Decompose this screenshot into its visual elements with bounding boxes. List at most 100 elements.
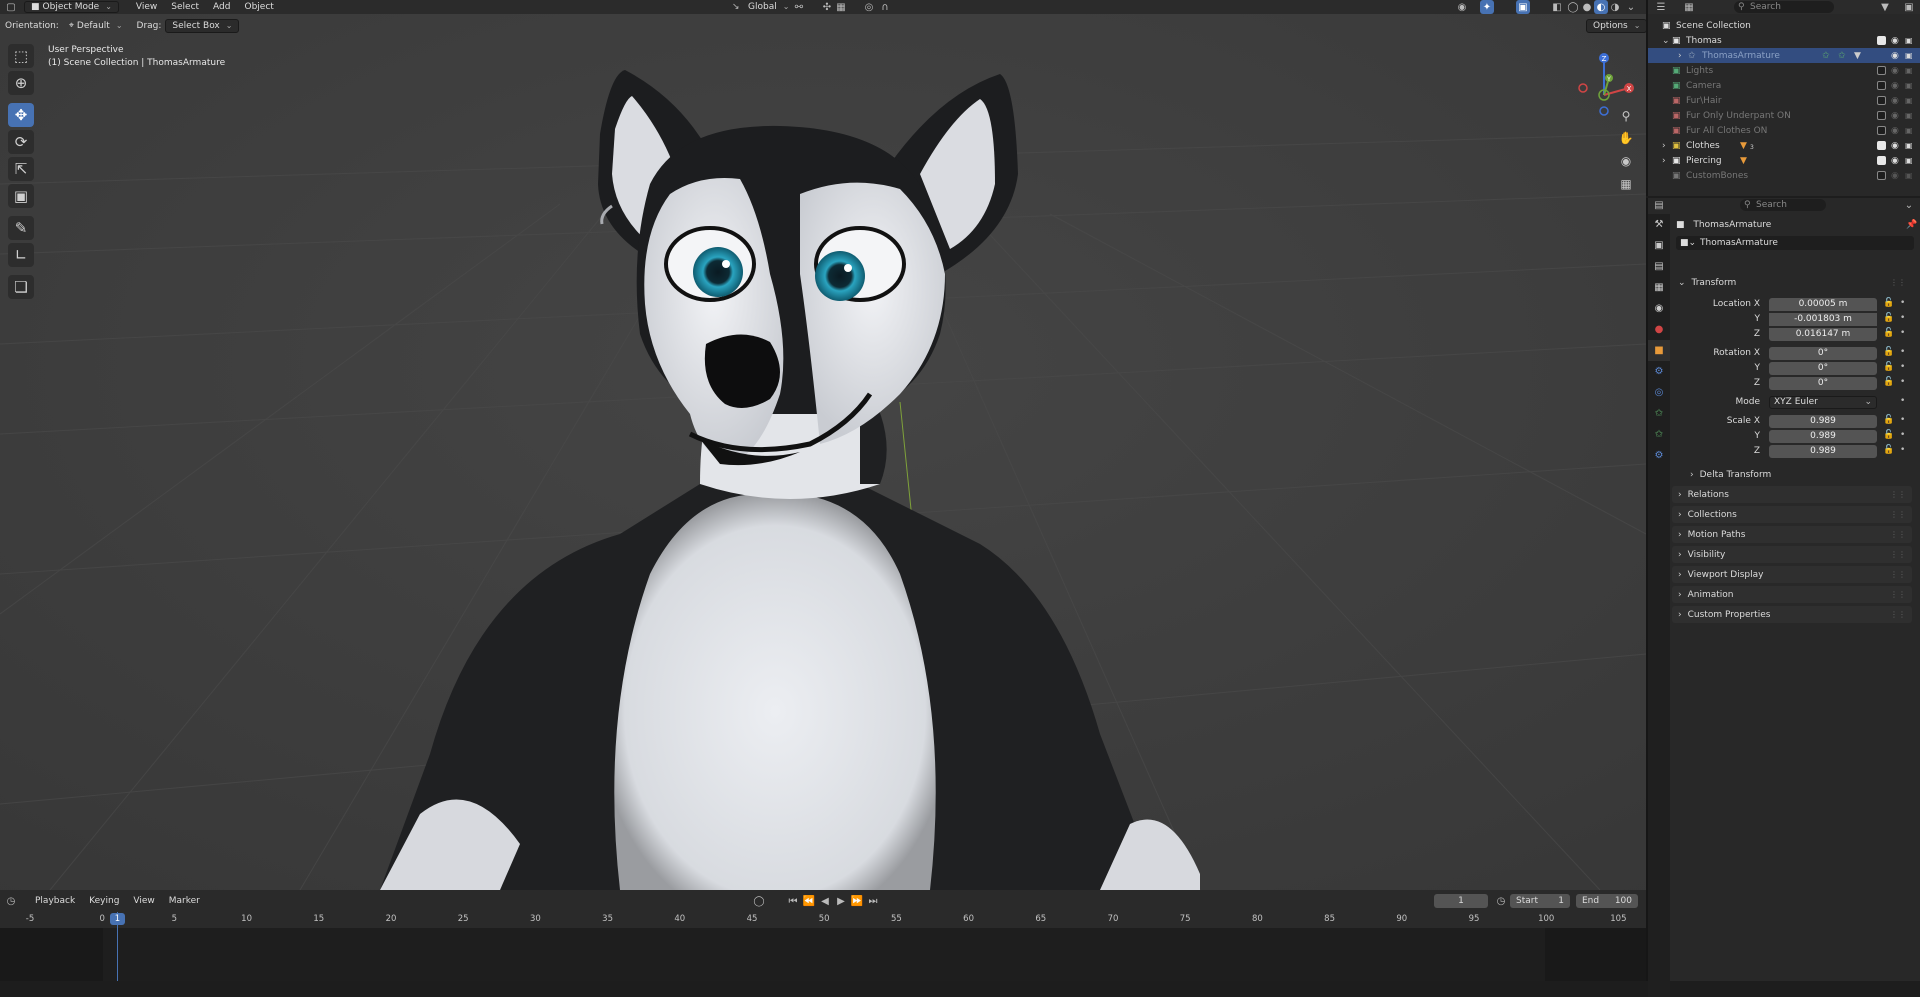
keyframe-dot-icon[interactable]: • bbox=[1900, 298, 1905, 308]
ortho-grid-icon[interactable]: ▦ bbox=[1614, 174, 1638, 194]
eye-icon[interactable]: ◉ bbox=[1891, 111, 1899, 121]
menu-select[interactable]: Select bbox=[164, 2, 206, 12]
lock-icon[interactable]: 🔓 bbox=[1883, 347, 1894, 357]
expand-chevron-icon[interactable]: ⌄ bbox=[1662, 36, 1670, 46]
play-reverse-icon[interactable]: ◀ bbox=[818, 894, 832, 908]
falloff-icon[interactable]: ∩ bbox=[878, 0, 892, 14]
prev-key-icon[interactable]: ⏪ bbox=[802, 894, 816, 908]
clock-icon[interactable]: ◷ bbox=[1494, 894, 1508, 908]
outliner-row-fur-all-clothes[interactable]: ▣ Fur All Clothes ON ◉ ▣ bbox=[1648, 123, 1920, 138]
3d-viewport[interactable]: Orientation: ⌖ Default Drag: Select Box … bbox=[0, 14, 1646, 890]
lock-icon[interactable]: 🔓 bbox=[1883, 415, 1894, 425]
eye-icon[interactable]: ◉ bbox=[1891, 66, 1899, 76]
end-field[interactable]: End 100 bbox=[1576, 894, 1638, 908]
tool-tab-icon[interactable]: ⚒ bbox=[1648, 214, 1670, 235]
eye-icon[interactable]: ◉ bbox=[1891, 141, 1899, 151]
drag-grip-icon[interactable]: ⋮⋮ bbox=[1890, 278, 1906, 287]
camera-view-icon[interactable]: ◉ bbox=[1614, 151, 1638, 171]
snap-icon[interactable]: ✣ bbox=[820, 0, 834, 14]
timeline-editor-type-icon[interactable]: ◷ bbox=[4, 894, 18, 908]
visibility-icon[interactable]: ◉ bbox=[1455, 0, 1469, 14]
eye-icon[interactable]: ◉ bbox=[1891, 96, 1899, 106]
playhead[interactable]: 1 bbox=[110, 913, 125, 925]
transform-space-dropdown[interactable]: Global bbox=[742, 1, 795, 13]
cursor-tool-icon[interactable]: ⊕ bbox=[8, 71, 34, 95]
editor-type-icon[interactable]: ▢ bbox=[4, 0, 18, 14]
shading-material-icon[interactable]: ◐ bbox=[1594, 0, 1608, 14]
rotation-y-field[interactable]: 0° bbox=[1769, 362, 1877, 375]
exclude-checkbox[interactable] bbox=[1877, 171, 1886, 180]
rotation-x-field[interactable]: 0° bbox=[1769, 347, 1877, 360]
properties-search[interactable]: ⚲ Search bbox=[1740, 199, 1826, 211]
shading-solid-icon[interactable]: ● bbox=[1580, 0, 1594, 14]
scale-y-field[interactable]: 0.989 bbox=[1769, 430, 1877, 443]
location-y-field[interactable]: -0.001803 m bbox=[1769, 313, 1877, 326]
options-dropdown[interactable]: Options bbox=[1586, 19, 1646, 33]
shading-rendered-icon[interactable]: ◑ bbox=[1608, 0, 1622, 14]
current-frame-field[interactable]: 1 bbox=[1434, 894, 1488, 908]
next-key-icon[interactable]: ⏩ bbox=[850, 894, 864, 908]
pan-hand-icon[interactable]: ✋ bbox=[1614, 128, 1638, 148]
menu-marker[interactable]: Marker bbox=[162, 896, 207, 906]
eye-icon[interactable]: ◉ bbox=[1891, 126, 1899, 136]
eye-icon[interactable]: ◉ bbox=[1891, 51, 1899, 61]
render-tab-icon[interactable]: ▣ bbox=[1648, 235, 1670, 256]
keyframe-dot-icon[interactable]: • bbox=[1900, 415, 1905, 425]
lock-icon[interactable]: 🔓 bbox=[1883, 445, 1894, 455]
world-tab-icon[interactable]: ● bbox=[1648, 319, 1670, 340]
keyframe-dot-icon[interactable]: • bbox=[1900, 362, 1905, 372]
delta-transform-subpanel[interactable]: › Delta Transform bbox=[1684, 466, 1910, 483]
physics-tab-icon[interactable]: ◎ bbox=[1648, 382, 1670, 403]
render-camera-icon[interactable]: ▣ bbox=[1905, 141, 1913, 150]
exclude-checkbox[interactable] bbox=[1877, 96, 1886, 105]
drag-grip-icon[interactable]: ⋮⋮ bbox=[1890, 550, 1906, 559]
outliner-row-thomas[interactable]: ⌄ ▣ Thomas ◉ ▣ bbox=[1648, 33, 1920, 48]
display-mode-icon[interactable]: ▦ bbox=[1682, 0, 1696, 14]
location-z-field[interactable]: 0.016147 m bbox=[1769, 328, 1877, 341]
jump-end-icon[interactable]: ⏭ bbox=[866, 894, 880, 908]
outliner-row-thomasarmature[interactable]: › ✩ ThomasArmature ✩ ✩ ▼ ◉ ▣ bbox=[1648, 48, 1920, 63]
keyframe-dot-icon[interactable]: • bbox=[1900, 313, 1905, 323]
properties-options-icon[interactable]: ⌄ bbox=[1902, 198, 1916, 212]
scale-x-field[interactable]: 0.989 bbox=[1769, 415, 1877, 428]
keyframe-dot-icon[interactable]: • bbox=[1900, 377, 1905, 387]
render-camera-icon[interactable]: ▣ bbox=[1905, 156, 1913, 165]
auto-keying-icon[interactable]: ◯ bbox=[752, 894, 766, 908]
visibility-panel[interactable]: › Visibility ⋮⋮ bbox=[1672, 546, 1912, 563]
menu-view[interactable]: View bbox=[129, 2, 164, 12]
viewport-display-panel[interactable]: › Viewport Display ⋮⋮ bbox=[1672, 566, 1912, 583]
lock-icon[interactable]: 🔓 bbox=[1883, 328, 1894, 338]
exclude-checkbox[interactable] bbox=[1877, 36, 1886, 45]
annotate-tool-icon[interactable]: ✎ bbox=[8, 216, 34, 240]
expand-chevron-icon[interactable]: › bbox=[1662, 156, 1666, 166]
render-camera-icon[interactable]: ▣ bbox=[1905, 171, 1913, 180]
menu-object[interactable]: Object bbox=[237, 2, 280, 12]
outliner-row-fur-only-underpant[interactable]: ▣ Fur Only Underpant ON ◉ ▣ bbox=[1648, 108, 1920, 123]
new-collection-icon[interactable]: ▣ bbox=[1902, 0, 1916, 14]
start-field[interactable]: Start 1 bbox=[1510, 894, 1570, 908]
lock-icon[interactable]: 🔓 bbox=[1883, 313, 1894, 323]
collections-panel[interactable]: › Collections ⋮⋮ bbox=[1672, 506, 1912, 523]
rotation-z-field[interactable]: 0° bbox=[1769, 377, 1877, 390]
drag-grip-icon[interactable]: ⋮⋮ bbox=[1890, 510, 1906, 519]
eye-icon[interactable]: ◉ bbox=[1891, 36, 1899, 46]
measure-tool-icon[interactable]: ∟ bbox=[8, 243, 34, 267]
lock-icon[interactable]: 🔓 bbox=[1883, 430, 1894, 440]
rotation-mode-dropdown[interactable]: XYZ Euler ⌄ bbox=[1769, 396, 1877, 409]
render-camera-icon[interactable]: ▣ bbox=[1905, 66, 1913, 75]
render-camera-icon[interactable]: ▣ bbox=[1905, 81, 1913, 90]
bone-tab-icon[interactable]: ⚙ bbox=[1648, 445, 1670, 466]
eye-icon[interactable]: ◉ bbox=[1891, 171, 1899, 181]
object-mode-dropdown[interactable]: ■ Object Mode bbox=[24, 1, 119, 13]
drag-grip-icon[interactable]: ⋮⋮ bbox=[1890, 570, 1906, 579]
render-camera-icon[interactable]: ▣ bbox=[1905, 96, 1913, 105]
view-layer-tab-icon[interactable]: ▦ bbox=[1648, 277, 1670, 298]
xray-icon[interactable]: ◧ bbox=[1550, 0, 1564, 14]
frame-ruler[interactable]: -5 0 5 10 15 20 25 30 35 40 45 50 55 60 65 70 75 80 85 90 95… bbox=[0, 912, 1646, 928]
expand-chevron-icon[interactable]: › bbox=[1662, 141, 1666, 151]
modifier-tab-icon[interactable]: ⚙ bbox=[1648, 361, 1670, 382]
outliner-row-fur-hair[interactable]: ▣ Fur\Hair ◉ ▣ bbox=[1648, 93, 1920, 108]
outliner-row-clothes[interactable]: › ▣ Clothes ▼ 3 ◉ ▣ bbox=[1648, 138, 1920, 153]
exclude-checkbox[interactable] bbox=[1877, 126, 1886, 135]
render-camera-icon[interactable]: ▣ bbox=[1905, 126, 1913, 135]
